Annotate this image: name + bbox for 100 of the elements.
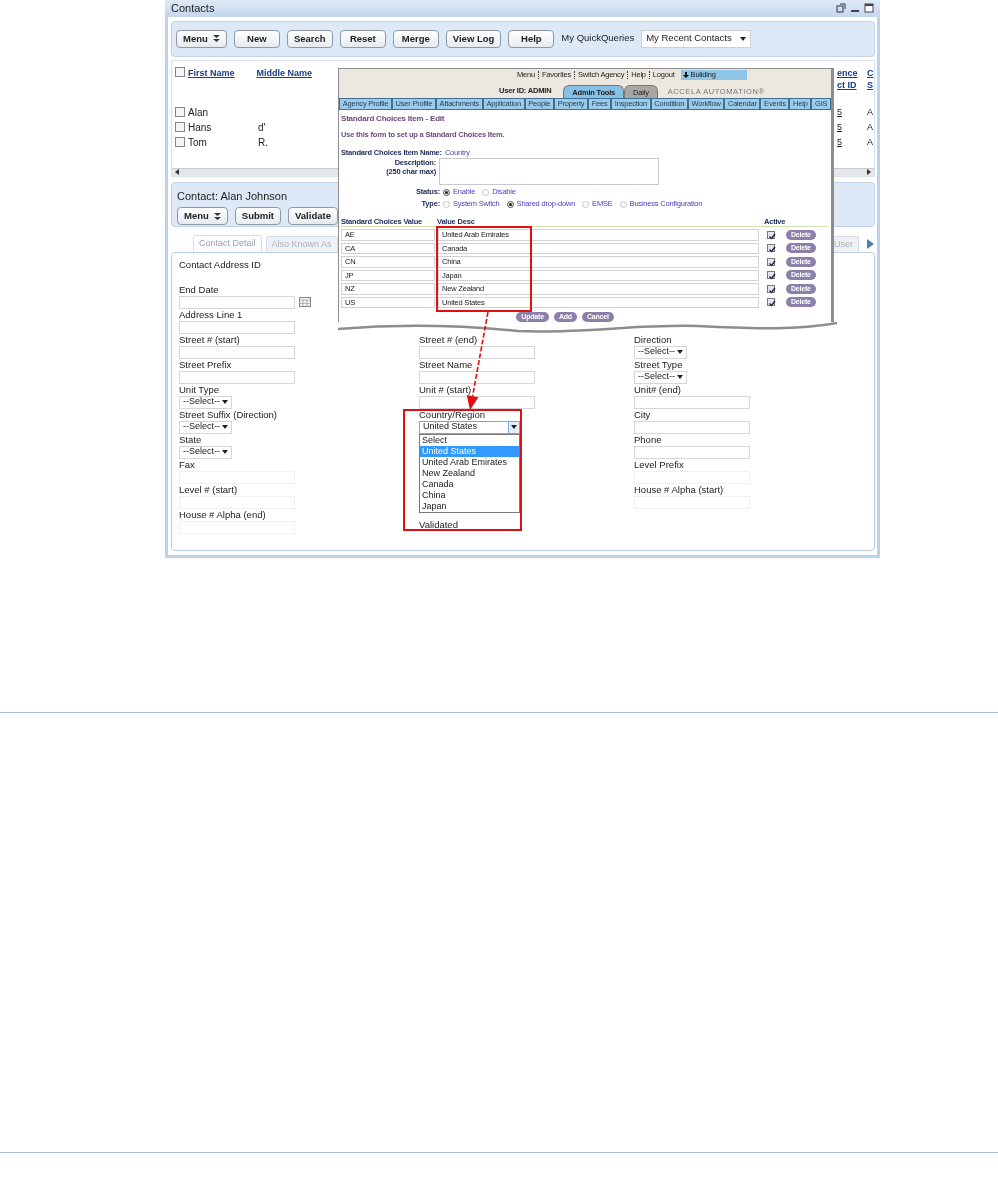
menu-button[interactable]: Menu — [176, 29, 227, 48]
checkbox[interactable] — [175, 137, 185, 147]
field-label: Street Name — [419, 358, 473, 371]
field-label: Unit# (end) — [634, 383, 681, 396]
radio-button[interactable] — [619, 200, 627, 208]
table-cell: 5 — [837, 107, 842, 118]
dropdown-option[interactable]: China — [420, 489, 519, 501]
select-field[interactable]: --Select-- — [179, 395, 232, 409]
table-cell: 5 — [837, 137, 842, 148]
column-header[interactable]: ct ID — [837, 78, 857, 91]
input-field[interactable] — [634, 445, 750, 459]
field-label: Unit Type — [179, 383, 219, 396]
column-header[interactable]: First Name — [188, 66, 235, 80]
dropdown-button[interactable] — [508, 421, 519, 433]
toolbar-button[interactable]: Help — [508, 29, 555, 48]
caret-icon — [511, 425, 517, 429]
column-header[interactable]: Middle Name — [256, 66, 313, 80]
toolbar-button[interactable]: View Log — [445, 29, 502, 48]
checkbox[interactable] — [767, 244, 775, 253]
input-field[interactable] — [634, 420, 750, 434]
checkbox[interactable] — [767, 271, 775, 280]
table-cell: A — [867, 107, 873, 118]
caret-icon — [677, 350, 683, 354]
select-field[interactable]: United States — [419, 420, 520, 434]
checkbox[interactable] — [175, 122, 185, 132]
toolbar-button[interactable]: New — [233, 29, 280, 48]
scroll-left-icon[interactable] — [175, 169, 179, 175]
select-field[interactable]: --Select-- — [634, 370, 687, 384]
checkbox[interactable] — [175, 66, 185, 77]
input-field[interactable] — [634, 395, 750, 409]
popout-icon[interactable] — [836, 3, 846, 14]
field-label: Direction — [634, 333, 672, 346]
input-field[interactable] — [419, 370, 535, 384]
checkbox[interactable] — [767, 257, 775, 266]
column-header[interactable]: S — [867, 78, 873, 91]
caret-icon — [222, 425, 228, 429]
table-cell: 5 — [837, 122, 842, 133]
radio-button[interactable] — [443, 188, 450, 196]
checkbox[interactable] — [767, 230, 775, 239]
column-header[interactable]: ence — [837, 66, 858, 79]
dropdown-option[interactable]: Select — [420, 434, 519, 446]
scroll-right-icon[interactable] — [867, 169, 871, 175]
radio-button[interactable] — [582, 200, 590, 208]
radio-button[interactable] — [482, 188, 490, 196]
select-field[interactable]: --Select-- — [179, 445, 232, 459]
checkbox[interactable] — [767, 298, 775, 307]
field-label: Street Type — [634, 358, 683, 371]
quick-queries-select[interactable]: My Recent Contacts — [641, 29, 751, 48]
dropdown-option[interactable]: Japan — [420, 500, 519, 512]
toolbar-button[interactable]: Search — [286, 29, 333, 48]
field-label: Street Suffix (Direction) — [179, 408, 278, 421]
dropdown-option[interactable]: United Arab Emirates — [420, 456, 519, 468]
maximize-icon[interactable] — [864, 3, 874, 14]
input-field[interactable] — [179, 370, 295, 384]
checkbox[interactable] — [175, 107, 185, 117]
column-header[interactable]: C — [867, 66, 874, 79]
field-label: House # Alpha (end) — [179, 508, 266, 521]
field-label: End Date — [179, 283, 219, 296]
field-label: Street Prefix — [179, 358, 232, 371]
toolbar-button[interactable]: Reset — [339, 29, 386, 48]
input-field[interactable] — [419, 395, 535, 409]
table-cell: Hans — [188, 121, 212, 133]
field-label: Validated — [419, 518, 458, 531]
menu-caret-icon — [212, 35, 220, 42]
checkbox[interactable] — [767, 284, 775, 293]
field-label: Level # (start) — [179, 483, 238, 496]
field-label: Street # (end) — [419, 333, 478, 346]
select-field[interactable]: --Select-- — [634, 345, 687, 359]
field-label: Unit # (start) — [419, 383, 472, 396]
select-field[interactable]: --Select-- — [179, 420, 232, 434]
arrow-down-icon — [682, 71, 689, 78]
field-label: Country/Region — [419, 408, 485, 421]
action-button[interactable]: Submit — [234, 207, 281, 225]
input-field[interactable] — [179, 345, 295, 359]
table-cell: A — [867, 122, 873, 133]
radio-button[interactable] — [506, 200, 514, 208]
field-label: Contact Address ID — [179, 258, 261, 271]
input-field[interactable] — [179, 320, 295, 334]
calendar-icon[interactable] — [299, 297, 311, 307]
table-cell-text: d' — [258, 120, 266, 135]
description-field[interactable] — [439, 158, 659, 185]
page-heading: Standard Choices Item - Edit — [341, 114, 445, 123]
dropdown-option[interactable]: Canada — [420, 478, 519, 490]
table-cell-text: R. — [258, 135, 268, 150]
action-button[interactable]: Validate — [288, 207, 338, 225]
radio-button[interactable] — [443, 200, 450, 208]
table-cell: Tom — [188, 136, 207, 148]
toolbar-button[interactable]: Merge — [392, 29, 439, 48]
caret-icon — [222, 450, 228, 454]
menu-button[interactable]: Menu — [177, 207, 228, 225]
menu-caret-icon — [213, 212, 221, 220]
input-field[interactable] — [179, 295, 295, 309]
contact-title: Contact: Alan Johnson — [177, 188, 288, 204]
window-title: Contacts — [171, 1, 215, 16]
input-field[interactable] — [419, 345, 535, 359]
field-label: Level Prefix — [634, 458, 684, 471]
dropdown-option[interactable]: New Zealand — [420, 467, 519, 479]
field-label: City — [634, 408, 651, 421]
field-label: Phone — [634, 433, 662, 446]
field-label: Fax — [179, 458, 195, 471]
